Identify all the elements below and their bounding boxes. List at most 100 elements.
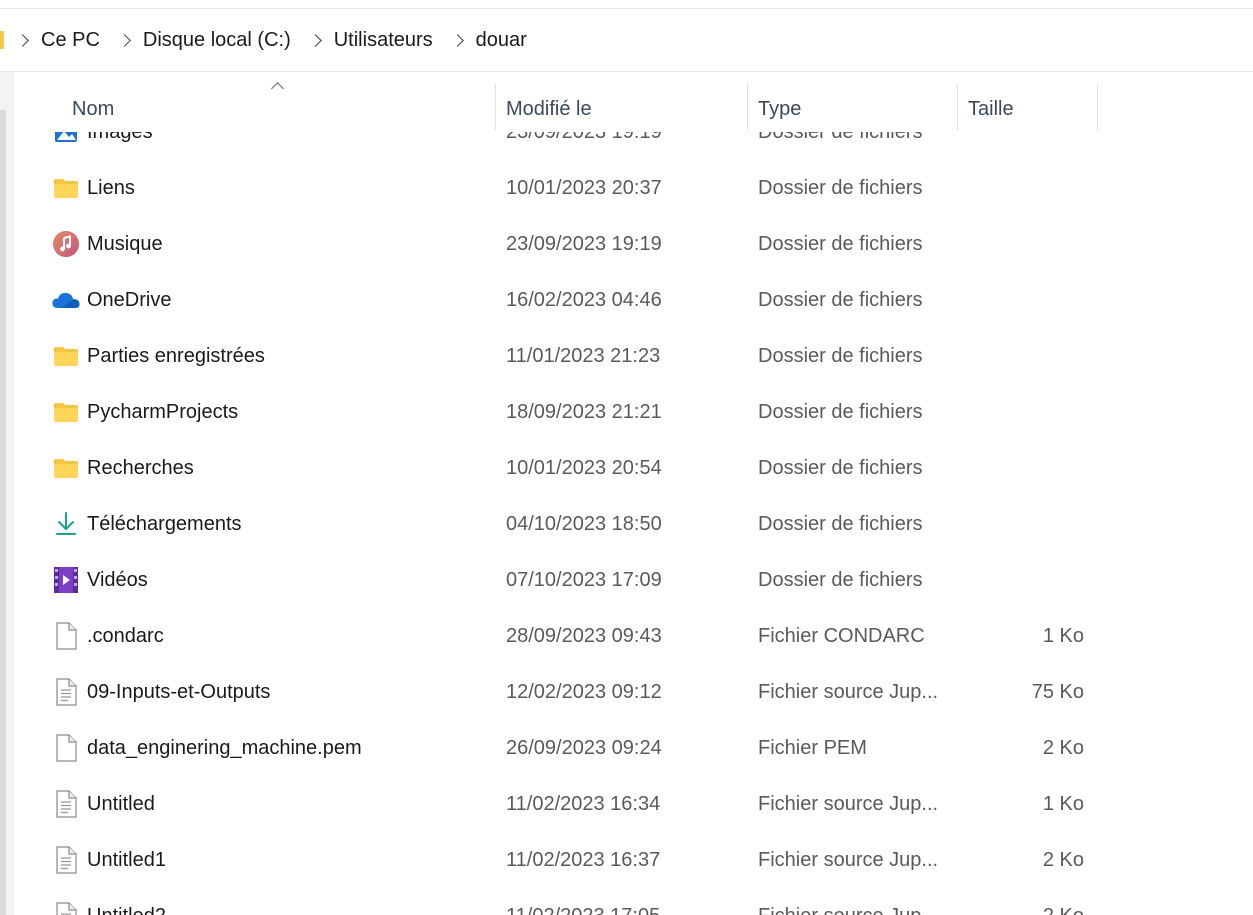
file-type: Dossier de fichiers bbox=[758, 177, 923, 199]
file-size bbox=[964, 160, 1084, 216]
chevron-right-icon[interactable] bbox=[308, 33, 322, 47]
file-size bbox=[964, 384, 1084, 440]
file-list: Images 23/09/2023 19:19 Dossier de fichier… bbox=[14, 104, 1253, 915]
file-name[interactable]: data_enginering_machine.pem bbox=[87, 720, 487, 776]
file-type: Fichier PEM bbox=[758, 737, 867, 759]
column-header-modified[interactable]: Modifié le bbox=[506, 98, 592, 121]
file-name[interactable]: PycharmProjects bbox=[87, 384, 487, 440]
column-header-size[interactable]: Taille bbox=[968, 98, 1014, 121]
modified-date: 04/10/2023 18:50 bbox=[506, 513, 662, 535]
file-type: Dossier de fichiers bbox=[758, 401, 923, 423]
table-row[interactable]: Recherches 10/01/2023 20:54 Dossier de fic… bbox=[14, 440, 1253, 496]
file-size bbox=[964, 216, 1084, 272]
modified-date: 16/02/2023 04:46 bbox=[506, 289, 662, 311]
file-name[interactable]: Téléchargements bbox=[87, 496, 487, 552]
text-file-icon bbox=[51, 832, 81, 888]
table-row[interactable]: Musique 23/09/2023 19:19 Dossier de fichie… bbox=[14, 216, 1253, 272]
file-name[interactable]: 09-Inputs-et-Outputs bbox=[87, 664, 487, 720]
file-name[interactable]: Untitled bbox=[87, 776, 487, 832]
file-type: Fichier source Jup... bbox=[758, 888, 943, 915]
chevron-right-icon[interactable] bbox=[118, 33, 131, 47]
modified-date: 07/10/2023 17:09 bbox=[506, 569, 662, 591]
column-header-name[interactable]: Nom bbox=[72, 98, 114, 121]
table-row[interactable]: .condarc 28/09/2023 09:43 Fichier CONDARC 1… bbox=[14, 608, 1253, 664]
file-size bbox=[964, 328, 1084, 384]
navigation-scrollbar[interactable] bbox=[0, 110, 6, 915]
table-row[interactable]: PycharmProjects 18/09/2023 21:21 Dossier d… bbox=[14, 384, 1253, 440]
table-row[interactable]: Vidéos 07/10/2023 17:09 Dossier de fichier… bbox=[14, 552, 1253, 608]
file-name[interactable]: Musique bbox=[87, 216, 487, 272]
folder-edge-icon bbox=[0, 31, 4, 49]
file-name[interactable]: Parties enregistrées bbox=[87, 328, 487, 384]
file-name[interactable]: Recherches bbox=[87, 440, 487, 496]
file-type: Dossier de fichiers bbox=[758, 345, 923, 367]
text-file-icon bbox=[51, 664, 81, 720]
modified-date: 11/01/2023 21:23 bbox=[506, 345, 661, 367]
column-divider[interactable] bbox=[1097, 84, 1098, 130]
file-type: Fichier source Jup... bbox=[758, 793, 939, 815]
table-row[interactable]: Untitled 11/02/2023 16:34 Fichier source J… bbox=[14, 776, 1253, 832]
table-row[interactable]: OneDrive 16/02/2023 04:46 Dossier de fichi… bbox=[14, 272, 1253, 328]
folder-icon bbox=[51, 384, 81, 440]
breadcrumb-douar[interactable]: douar bbox=[476, 29, 527, 52]
file-size: 2 Ko bbox=[964, 888, 1084, 915]
folder-icon bbox=[51, 328, 81, 384]
file-type: Dossier de fichiers bbox=[758, 513, 923, 535]
file-type: Fichier CONDARC bbox=[758, 625, 925, 647]
column-divider[interactable] bbox=[495, 84, 496, 130]
table-row[interactable]: 09-Inputs-et-Outputs 12/02/2023 09:12 Fich… bbox=[14, 664, 1253, 720]
modified-date: 18/09/2023 21:21 bbox=[506, 401, 662, 423]
file-type: Dossier de fichiers bbox=[758, 233, 923, 255]
file-size bbox=[964, 440, 1084, 496]
file-name[interactable]: Untitled2 bbox=[87, 888, 487, 915]
chevron-right-icon[interactable] bbox=[450, 33, 464, 47]
file-size: 2 Ko bbox=[1042, 849, 1084, 871]
file-size bbox=[964, 272, 1084, 328]
file-type: Fichier source Jup... bbox=[758, 681, 939, 703]
table-row[interactable]: Parties enregistrées 11/01/2023 21:23 Doss… bbox=[14, 328, 1253, 384]
modified-date: 11/02/2023 16:37 bbox=[506, 849, 661, 871]
file-size bbox=[964, 496, 1084, 552]
file-size: 1 Ko bbox=[1042, 625, 1084, 647]
modified-date: 11/02/2023 16:34 bbox=[506, 793, 661, 815]
file-name[interactable]: OneDrive bbox=[87, 272, 487, 328]
file-type: Fichier source Jup... bbox=[758, 849, 939, 871]
file-size: 1 Ko bbox=[1042, 793, 1084, 815]
folder-icon bbox=[51, 440, 81, 496]
file-type: Dossier de fichiers bbox=[758, 457, 923, 479]
modified-date: 10/01/2023 20:37 bbox=[506, 177, 662, 199]
column-divider[interactable] bbox=[957, 84, 958, 130]
video-folder-icon bbox=[51, 552, 81, 608]
column-divider[interactable] bbox=[747, 84, 748, 130]
chevron-right-icon[interactable] bbox=[16, 33, 29, 47]
onedrive-icon bbox=[51, 272, 81, 328]
file-size bbox=[964, 552, 1084, 608]
breadcrumb-disque-local[interactable]: Disque local (C:) bbox=[143, 29, 291, 52]
table-row[interactable]: Téléchargements 04/10/2023 18:50 Dossier d… bbox=[14, 496, 1253, 552]
file-size: 75 Ko bbox=[1031, 681, 1084, 703]
breadcrumb-ce-pc[interactable]: Ce PC bbox=[41, 29, 100, 52]
text-file-icon bbox=[51, 888, 81, 915]
modified-date: 23/09/2023 19:19 bbox=[506, 233, 662, 255]
file-icon bbox=[51, 720, 81, 776]
file-name[interactable]: Untitled1 bbox=[87, 832, 487, 888]
file-name[interactable]: Vidéos bbox=[87, 552, 487, 608]
column-header-type[interactable]: Type bbox=[758, 98, 801, 121]
sort-ascending-icon bbox=[271, 82, 284, 95]
file-size: 2 Ko bbox=[1042, 737, 1084, 759]
file-name[interactable]: Liens bbox=[87, 160, 487, 216]
modified-date: 26/09/2023 09:24 bbox=[506, 737, 662, 759]
table-row[interactable]: Untitled2 11/02/2023 17:05 Fichier source … bbox=[14, 888, 1253, 915]
folder-icon bbox=[51, 160, 81, 216]
music-folder-icon bbox=[51, 216, 81, 272]
breadcrumb-utilisateurs[interactable]: Utilisateurs bbox=[334, 29, 433, 52]
file-name[interactable]: .condarc bbox=[87, 608, 487, 664]
file-type: Dossier de fichiers bbox=[758, 569, 923, 591]
table-row[interactable]: Untitled1 11/02/2023 16:37 Fichier source … bbox=[14, 832, 1253, 888]
column-header: Nom Modifié le Type Taille bbox=[14, 72, 1253, 132]
download-icon bbox=[51, 496, 81, 552]
modified-date: 10/01/2023 20:54 bbox=[506, 457, 662, 479]
table-row[interactable]: data_enginering_machine.pem 26/09/2023 09… bbox=[14, 720, 1253, 776]
table-row[interactable]: Liens 10/01/2023 20:37 Dossier de fichiers bbox=[14, 160, 1253, 216]
breadcrumb: Ce PC Disque local (C:) Utilisateurs dou… bbox=[0, 9, 1253, 72]
